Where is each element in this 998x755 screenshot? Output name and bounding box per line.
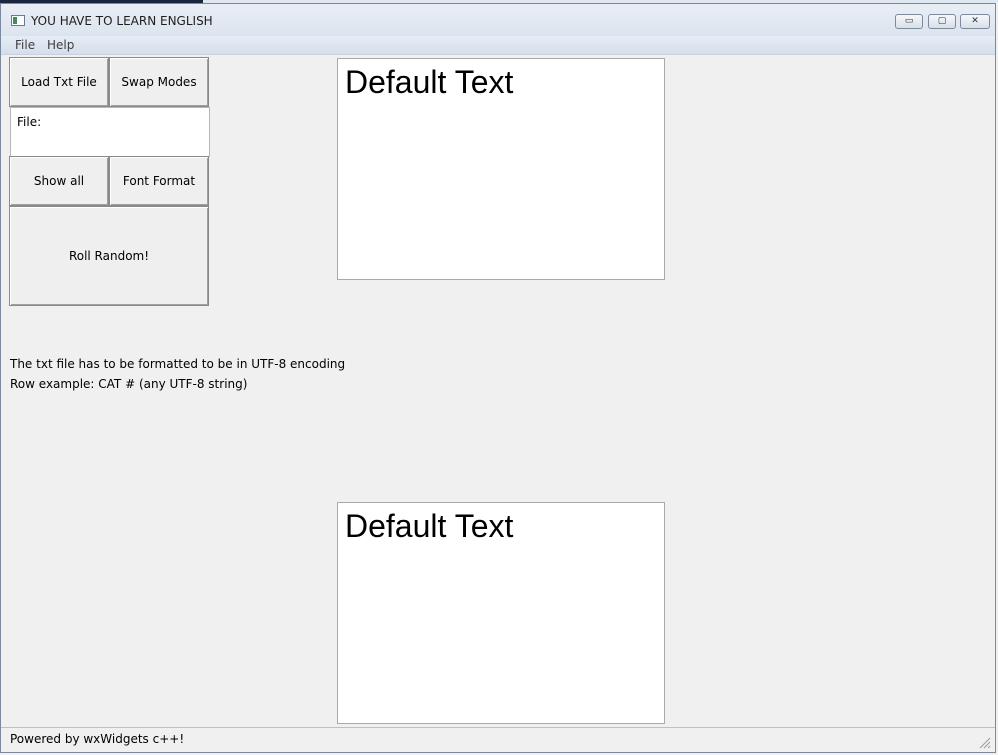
window-title: YOU HAVE TO LEARN ENGLISH: [31, 14, 213, 28]
title-bar[interactable]: YOU HAVE TO LEARN ENGLISH ▭ ▢ ✕: [1, 4, 995, 36]
top-text-panel: Default Text: [337, 58, 665, 280]
status-text: Powered by wxWidgets c++!: [10, 732, 185, 746]
app-window: YOU HAVE TO LEARN ENGLISH ▭ ▢ ✕ File Hel…: [0, 3, 996, 753]
minimize-button[interactable]: ▭: [895, 14, 923, 29]
resize-grip-icon[interactable]: [979, 737, 991, 749]
info-encoding-text: The txt file has to be formatted to be i…: [10, 357, 346, 371]
bottom-panel-text: Default Text: [345, 508, 514, 544]
close-icon: ✕: [971, 16, 979, 26]
menu-file[interactable]: File: [15, 38, 35, 52]
status-bar: Powered by wxWidgets c++!: [1, 727, 995, 752]
roll-random-button[interactable]: Roll Random!: [9, 206, 209, 306]
load-txt-file-button[interactable]: Load Txt File: [9, 57, 109, 107]
file-info-box: File:: [10, 107, 210, 157]
menu-bar: File Help: [1, 36, 995, 55]
maximize-icon: ▢: [937, 16, 947, 26]
menu-help[interactable]: Help: [47, 38, 74, 52]
info-row-example-text: Row example: CAT # (any UTF-8 string): [10, 377, 248, 391]
swap-modes-button[interactable]: Swap Modes: [109, 57, 209, 107]
maximize-button[interactable]: ▢: [928, 14, 956, 29]
minimize-icon: ▭: [904, 16, 914, 26]
file-label: File:: [17, 115, 42, 129]
close-button[interactable]: ✕: [960, 14, 990, 29]
bottom-text-panel: Default Text: [337, 502, 665, 724]
top-panel-text: Default Text: [345, 64, 514, 100]
font-format-button[interactable]: Font Format: [109, 156, 209, 206]
show-all-button[interactable]: Show all: [9, 156, 109, 206]
app-icon: [11, 15, 25, 26]
